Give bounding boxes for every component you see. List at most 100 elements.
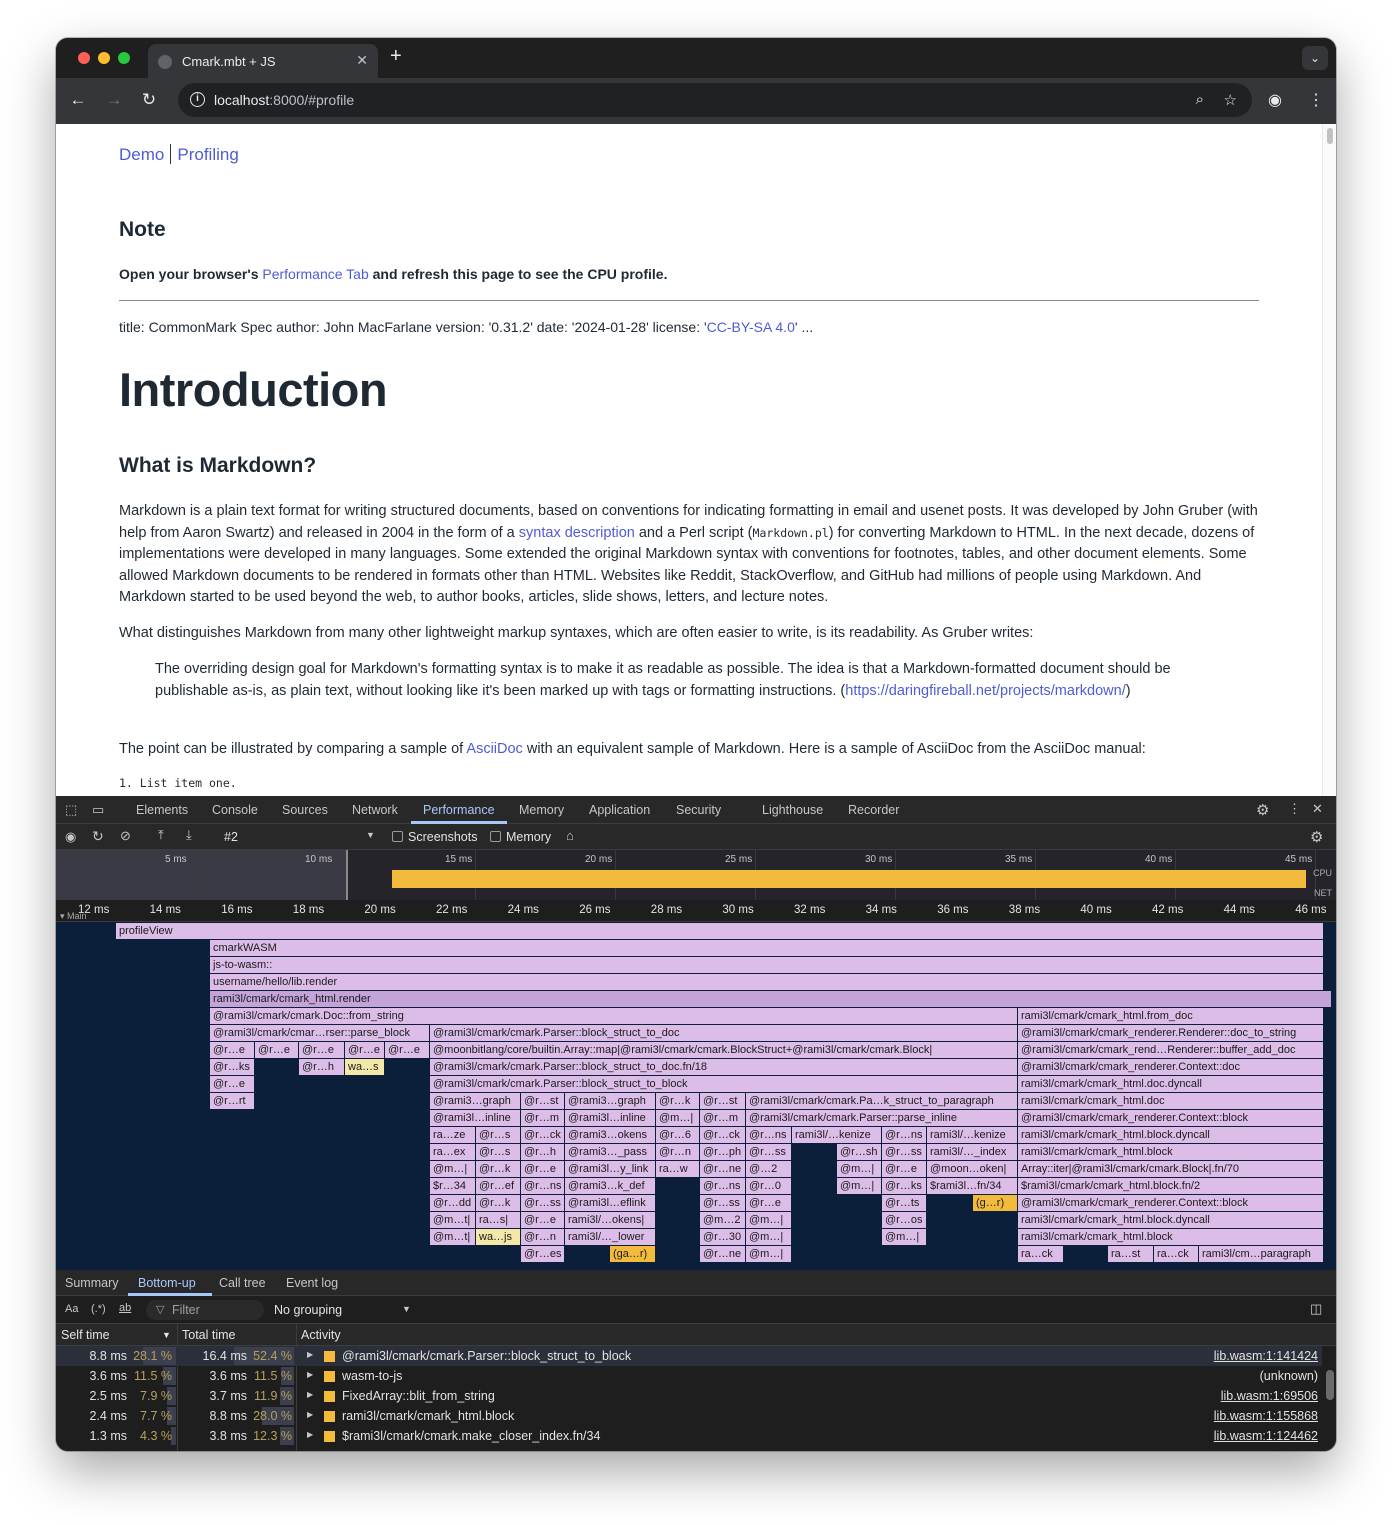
tab-console[interactable]: Console: [212, 803, 258, 817]
address-bar[interactable]: i localhost:8000/#profile ⌕ ☆: [178, 83, 1252, 117]
tab-security[interactable]: Security: [676, 803, 721, 817]
flame-block[interactable]: @r…6: [656, 1127, 700, 1143]
selection-handle[interactable]: [346, 850, 348, 900]
tab-bottom-up[interactable]: Bottom-up: [138, 1276, 196, 1290]
flame-block[interactable]: @r…e: [882, 1161, 927, 1177]
memory-checkbox-box[interactable]: [490, 831, 501, 842]
flame-block[interactable]: ra…ck: [1018, 1246, 1064, 1262]
flame-block[interactable]: rami3l/cmark/cmark_html.from_doc: [1018, 1008, 1324, 1024]
flame-block[interactable]: @rami3l…eflink: [565, 1195, 656, 1211]
flame-block[interactable]: wa…js: [476, 1229, 521, 1245]
flame-block[interactable]: @r…sh: [837, 1144, 882, 1160]
source-link[interactable]: lib.wasm:1:155868: [1214, 1409, 1318, 1423]
flame-block[interactable]: @rami3l…inline: [430, 1110, 521, 1126]
settings-gear-icon[interactable]: ⚙: [1256, 801, 1269, 819]
timeline-overview[interactable]: 5 ms 10 ms 15 ms 20 ms 25 ms 30 ms 35 ms 40 ms 4…: [56, 850, 1336, 900]
flame-block[interactable]: @r…h: [521, 1144, 565, 1160]
asciidoc-link[interactable]: AsciiDoc: [466, 741, 522, 757]
table-row[interactable]: 8.8 ms 28.1 % 16.4 ms 52.4 % ▶ @rami3l/cmark/…: [56, 1346, 1322, 1366]
screenshots-checkbox-box[interactable]: [392, 831, 403, 842]
flame-block[interactable]: @m…|: [837, 1178, 882, 1194]
reload-icon[interactable]: ↻: [138, 90, 160, 110]
flame-block[interactable]: @rami3l/cmark/cmark_rend…Renderer::buffe…: [1018, 1042, 1324, 1058]
flame-chart[interactable]: profileView cmarkWASM js-to-wasm:: username…: [56, 922, 1336, 1270]
source-link[interactable]: lib.wasm:1:124462: [1214, 1429, 1318, 1443]
flame-block[interactable]: ra…s|: [476, 1212, 521, 1228]
flame-block[interactable]: @rami3l/cmark/cmark.Parser::block_struct…: [430, 1076, 1018, 1092]
flame-block[interactable]: @m…t|: [430, 1229, 476, 1245]
scrollbar-thumb[interactable]: [1327, 128, 1333, 144]
flame-block[interactable]: @r…e: [210, 1042, 255, 1058]
recording-select[interactable]: #2: [224, 830, 238, 844]
page-scrollbar[interactable]: [1322, 124, 1336, 796]
flame-block[interactable]: @m…t|: [430, 1212, 476, 1228]
flame-block[interactable]: @r…ks: [210, 1059, 255, 1075]
flame-block[interactable]: @rami3l…inline: [565, 1110, 656, 1126]
flame-block[interactable]: @r…k: [476, 1161, 521, 1177]
flame-block[interactable]: rami3l/cm…paragraph: [1199, 1246, 1324, 1262]
site-info-icon[interactable]: i: [190, 92, 205, 107]
flame-block[interactable]: @r…0: [746, 1178, 792, 1194]
tab-call-tree[interactable]: Call tree: [219, 1276, 266, 1290]
flame-block[interactable]: @rami3…graph: [430, 1093, 521, 1109]
flame-block[interactable]: rami3l/…kenize: [792, 1127, 882, 1143]
new-tab-button[interactable]: +: [390, 45, 402, 68]
bookmark-star-icon[interactable]: ☆: [1224, 91, 1237, 109]
table-row[interactable]: 2.4 ms 7.7 % 8.8 ms 28.0 % ▶ rami3l/cmark/cma…: [56, 1406, 1322, 1426]
memory-checkbox[interactable]: Memory: [490, 830, 551, 844]
flame-block[interactable]: rami3l/cmark/cmark_html.doc: [1018, 1093, 1324, 1109]
tab-summary[interactable]: Summary: [65, 1276, 118, 1290]
back-arrow-icon[interactable]: ←: [67, 90, 89, 110]
record-icon[interactable]: ◉: [65, 829, 76, 845]
flame-block[interactable]: @r…rt: [210, 1093, 255, 1109]
flame-block[interactable]: @r…e: [345, 1042, 385, 1058]
close-tab-icon[interactable]: ✕: [356, 52, 368, 69]
table-row[interactable]: 3.6 ms 11.5 % 3.6 ms 11.5 % ▶ wasm-to-js (unkn…: [56, 1366, 1322, 1386]
source-link[interactable]: lib.wasm:1:69506: [1221, 1389, 1318, 1403]
match-case-icon[interactable]: Aa: [65, 1303, 78, 1315]
flame-block[interactable]: @r…e: [299, 1042, 345, 1058]
flame-block[interactable]: @rami3l/cmark/cmark.Pa…k_struct_to_parag…: [746, 1093, 1018, 1109]
flame-block[interactable]: @m…|: [656, 1110, 700, 1126]
zoom-window-button[interactable]: [118, 52, 130, 64]
flame-block[interactable]: @r…n: [521, 1229, 565, 1245]
whole-word-icon[interactable]: ab: [119, 1302, 131, 1314]
flame-block[interactable]: @…2: [746, 1161, 792, 1177]
flame-block[interactable]: @r…e: [385, 1042, 430, 1058]
flame-block[interactable]: (g…r): [973, 1195, 1018, 1211]
flame-block[interactable]: profileView: [116, 923, 1324, 939]
flame-block[interactable]: @r…ns: [882, 1127, 927, 1143]
source-link[interactable]: lib.wasm:1:141424: [1214, 1349, 1318, 1363]
flame-block[interactable]: $rami3l…fn/34: [927, 1178, 1018, 1194]
flame-block[interactable]: @r…es: [521, 1246, 565, 1262]
flame-block[interactable]: @m…|: [882, 1229, 927, 1245]
reload-record-icon[interactable]: ↻: [92, 828, 104, 845]
flame-block[interactable]: rami3l/…okens|: [565, 1212, 656, 1228]
regex-icon[interactable]: (.*): [91, 1303, 106, 1315]
flame-block[interactable]: @r…m: [521, 1110, 565, 1126]
tab-event-log[interactable]: Event log: [286, 1276, 338, 1290]
screenshots-checkbox[interactable]: Screenshots: [392, 830, 477, 844]
flame-block[interactable]: rami3l/cmark/cmark_html.doc.dyncall: [1018, 1076, 1324, 1092]
flame-block[interactable]: @r…m: [700, 1110, 746, 1126]
clear-icon[interactable]: ⊘: [120, 828, 131, 844]
tab-sources[interactable]: Sources: [282, 803, 328, 817]
capture-settings-gear-icon[interactable]: ⚙: [1310, 828, 1323, 846]
flame-block[interactable]: @r…ss: [882, 1144, 927, 1160]
tab-elements[interactable]: Elements: [136, 803, 188, 817]
table-row[interactable]: 2.5 ms 7.9 % 3.7 ms 11.9 % ▶ FixedArray::blit…: [56, 1386, 1322, 1406]
flame-block[interactable]: wa…s: [345, 1059, 385, 1075]
flame-block[interactable]: @r…ns: [746, 1127, 792, 1143]
expand-triangle-icon[interactable]: ▶: [307, 1350, 313, 1359]
flame-block[interactable]: rami3l/…_index: [927, 1144, 1018, 1160]
tab-network[interactable]: Network: [352, 803, 398, 817]
flame-block[interactable]: $rami3l/cmark/cmark_html.block.fn/2: [1018, 1178, 1324, 1194]
flame-block[interactable]: @r…k: [656, 1093, 700, 1109]
flame-block[interactable]: rami3l/cmark/cmark_html.block: [1018, 1144, 1324, 1160]
flame-block[interactable]: Array::iter|@rami3l/cmark/cmark.Block|.f…: [1018, 1161, 1324, 1177]
flame-block[interactable]: @r…os: [882, 1212, 927, 1228]
flame-block[interactable]: @r…ss: [521, 1195, 565, 1211]
flame-block[interactable]: rami3l/cmark/cmark_html.block: [1018, 1229, 1324, 1245]
tab-memory[interactable]: Memory: [519, 803, 564, 817]
flame-block[interactable]: $r…34: [430, 1178, 476, 1194]
